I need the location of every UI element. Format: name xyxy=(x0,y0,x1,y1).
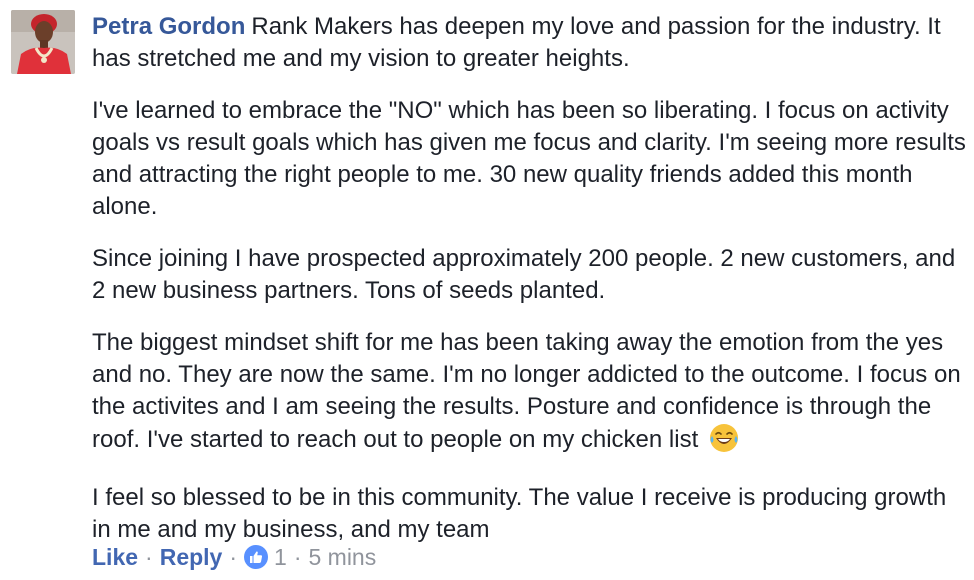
comment: Petra Gordon Rank Makers has deepen my lo… xyxy=(0,0,974,580)
comment-body: Petra Gordon Rank Makers has deepen my lo… xyxy=(92,11,966,566)
laughing-tears-emoji-icon xyxy=(709,423,739,462)
comment-paragraph-4: The biggest mindset shift for me has bee… xyxy=(92,327,966,462)
separator: · xyxy=(145,544,153,570)
comment-text-3: Since joining I have prospected approxim… xyxy=(92,245,956,304)
author-name[interactable]: Petra Gordon xyxy=(92,13,245,40)
like-link[interactable]: Like xyxy=(92,541,138,573)
separator: · xyxy=(229,544,238,570)
separator: · xyxy=(293,544,302,570)
comment-paragraph-1: Petra Gordon Rank Makers has deepen my lo… xyxy=(92,11,966,75)
avatar-image xyxy=(11,10,75,74)
reply-link[interactable]: Reply xyxy=(160,541,223,573)
comment-paragraph-3: Since joining I have prospected approxim… xyxy=(92,243,966,307)
thumbs-up-icon[interactable] xyxy=(244,545,269,569)
comment-text-4: The biggest mindset shift for me has bee… xyxy=(92,329,961,453)
avatar[interactable] xyxy=(11,10,75,74)
reaction-count[interactable]: 1 xyxy=(274,541,287,573)
comment-text-2: I've learned to embrace the "NO" which h… xyxy=(92,97,966,220)
comment-paragraph-5: I feel so blessed to be in this communit… xyxy=(92,482,966,546)
comment-text-5: I feel so blessed to be in this communit… xyxy=(92,484,947,543)
comment-paragraph-2: I've learned to embrace the "NO" which h… xyxy=(92,95,966,223)
comment-actions: Like · Reply · 1 · 5 mins xyxy=(92,541,376,573)
timestamp[interactable]: 5 mins xyxy=(308,541,376,573)
